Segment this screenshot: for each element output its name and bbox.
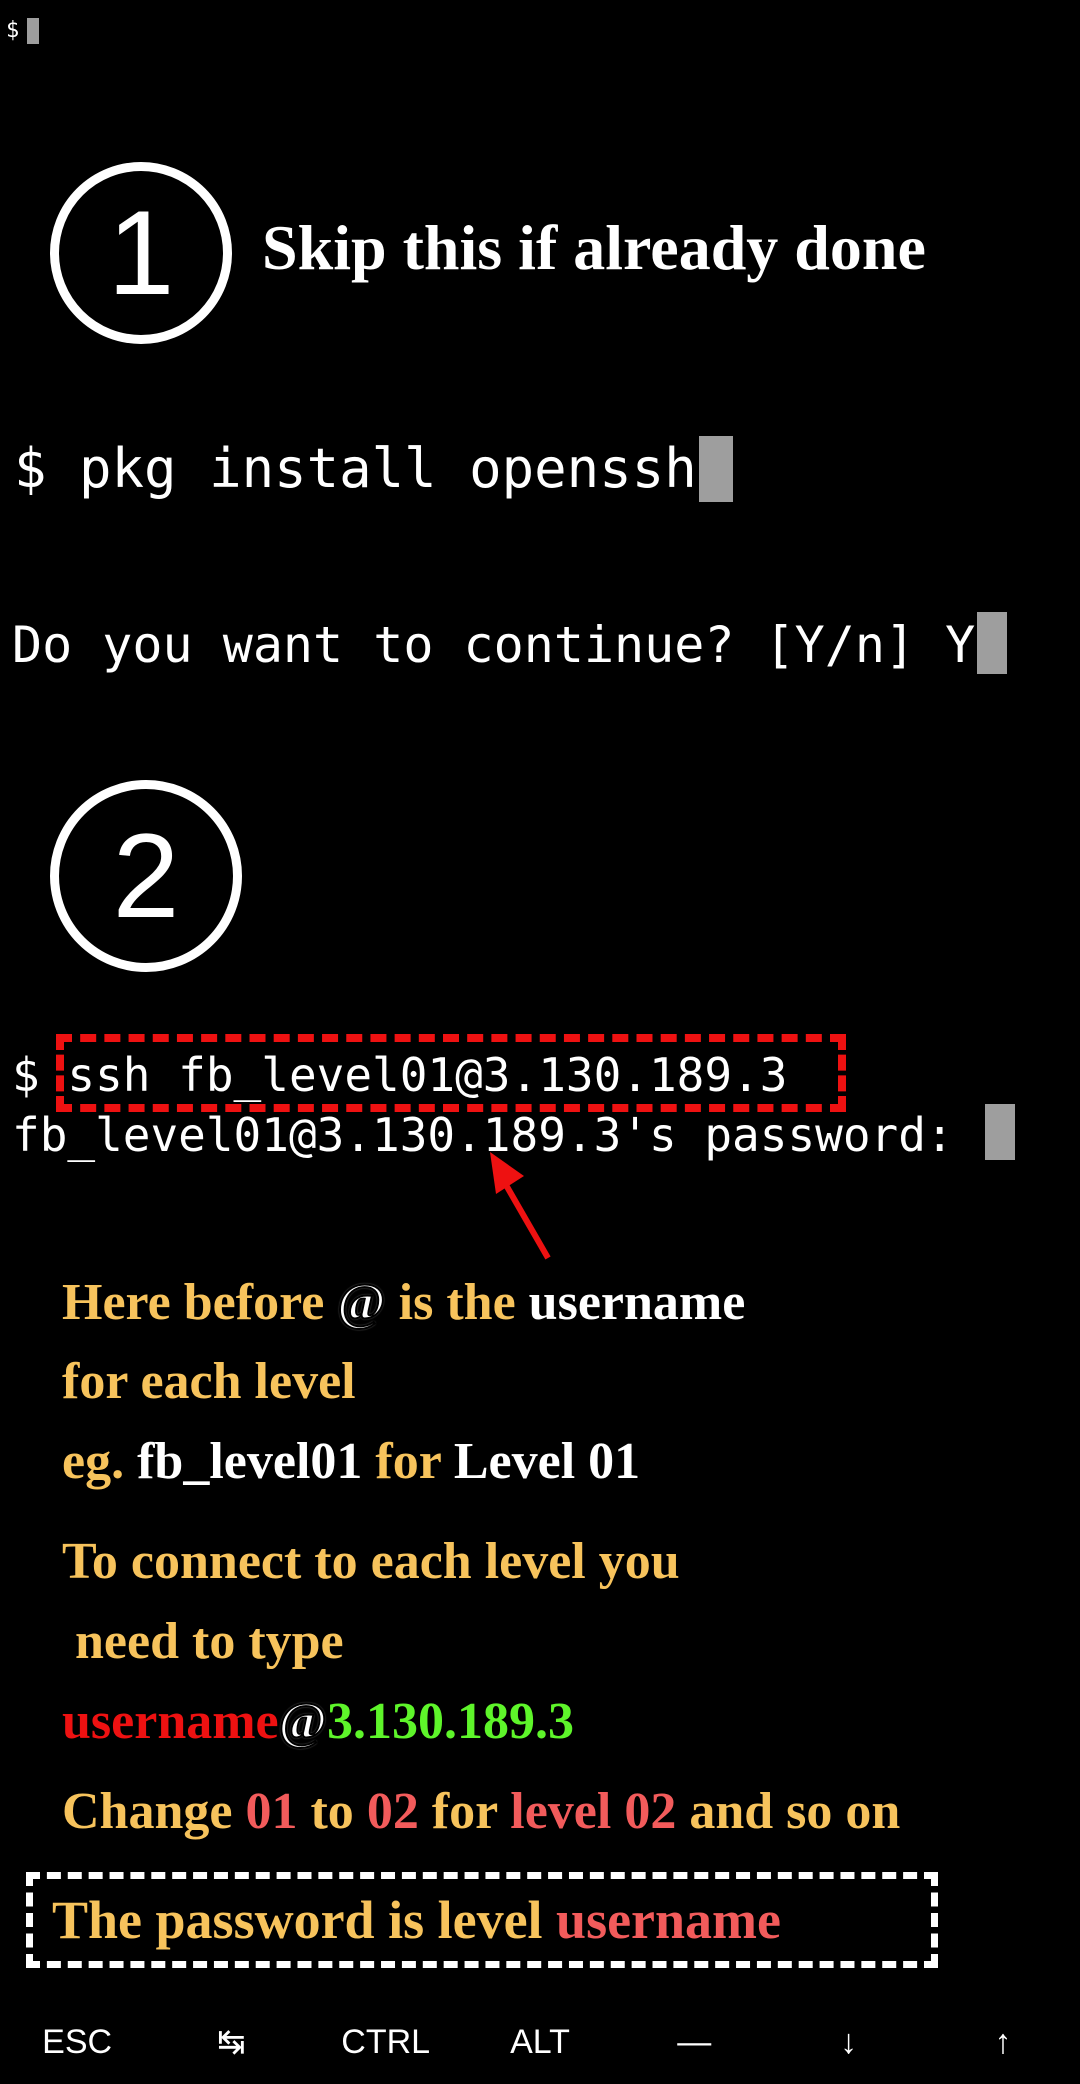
note-example: eg. fb_level01 for Level 01 — [62, 1432, 640, 1492]
note-text: for — [418, 1783, 511, 1840]
note-connect-format: username@3.130.189.3 — [62, 1692, 574, 1752]
note-example-username: fb_level01 — [137, 1433, 363, 1490]
note-text: and so on — [676, 1783, 901, 1840]
red-arrow-icon — [490, 1152, 551, 1260]
step-1-title: Skip this if already done — [262, 212, 926, 283]
arrow-down-icon[interactable]: ↓ — [772, 2000, 926, 2084]
terminal-cursor — [985, 1104, 1016, 1160]
terminal-top-prompt: $ — [6, 18, 40, 44]
terminal-line-confirm: Do you want to continue? [Y/n] Y — [12, 612, 1008, 678]
note-example-level: Level 01 — [453, 1433, 641, 1490]
step-2-number: 2 — [112, 809, 180, 943]
step-1-badge: 1 — [50, 162, 232, 344]
note-highlight-username: username — [528, 1274, 746, 1331]
step-1-number: 1 — [107, 186, 175, 320]
note-text: to — [297, 1783, 367, 1840]
note-text: Here before — [62, 1274, 338, 1331]
note-need-to-type: need to type — [62, 1613, 344, 1670]
note-connect-instruction: To connect to each level you — [62, 1533, 680, 1590]
tab-icon[interactable]: ↹ — [154, 2000, 308, 2084]
install-command-text: $ pkg install openssh — [14, 437, 697, 500]
prompt-symbol: $ — [6, 18, 20, 43]
terminal-cursor — [27, 18, 40, 44]
note-password: The password is level username — [52, 1890, 781, 1950]
key-esc[interactable]: ESC — [0, 2000, 154, 2084]
note-password-username: username — [556, 1890, 782, 1950]
note-text: eg. — [62, 1433, 138, 1490]
note-text: is the — [385, 1274, 529, 1331]
ssh-command-highlight-box — [56, 1034, 846, 1112]
key-alt[interactable]: ALT — [463, 2000, 617, 2084]
note-change-level: Change 01 to 02 for level 02 and so on — [62, 1782, 900, 1842]
at-symbol: @ — [278, 1692, 328, 1751]
at-symbol: @ — [336, 1273, 386, 1332]
note-level-to: 02 — [366, 1783, 419, 1840]
note-for-each-level: for each level — [62, 1353, 356, 1410]
note-level-name: level 02 — [510, 1783, 677, 1840]
key-ctrl[interactable]: CTRL — [309, 2000, 463, 2084]
terminal-cursor — [698, 436, 733, 502]
note-text: for — [362, 1433, 454, 1490]
note-text: Change — [62, 1783, 246, 1840]
dash-icon[interactable]: — — [617, 2000, 771, 2084]
note-text: The password is level — [52, 1890, 557, 1950]
arrow-up-icon[interactable]: ↑ — [926, 2000, 1080, 2084]
confirm-prompt-text: Do you want to continue? [Y/n] Y — [12, 616, 976, 674]
terminal-line-install: $ pkg install openssh — [14, 436, 733, 502]
extra-keys-bar: ESC ↹ CTRL ALT — ↓ ↑ — [0, 2000, 1080, 2084]
note-level-from: 01 — [245, 1783, 298, 1840]
format-username: username — [62, 1693, 279, 1750]
step-2-badge: 2 — [50, 780, 242, 972]
terminal-cursor — [977, 612, 1008, 674]
note-username-explanation: Here before @ is the username — [62, 1273, 745, 1333]
format-ip-address: 3.130.189.3 — [327, 1693, 575, 1750]
